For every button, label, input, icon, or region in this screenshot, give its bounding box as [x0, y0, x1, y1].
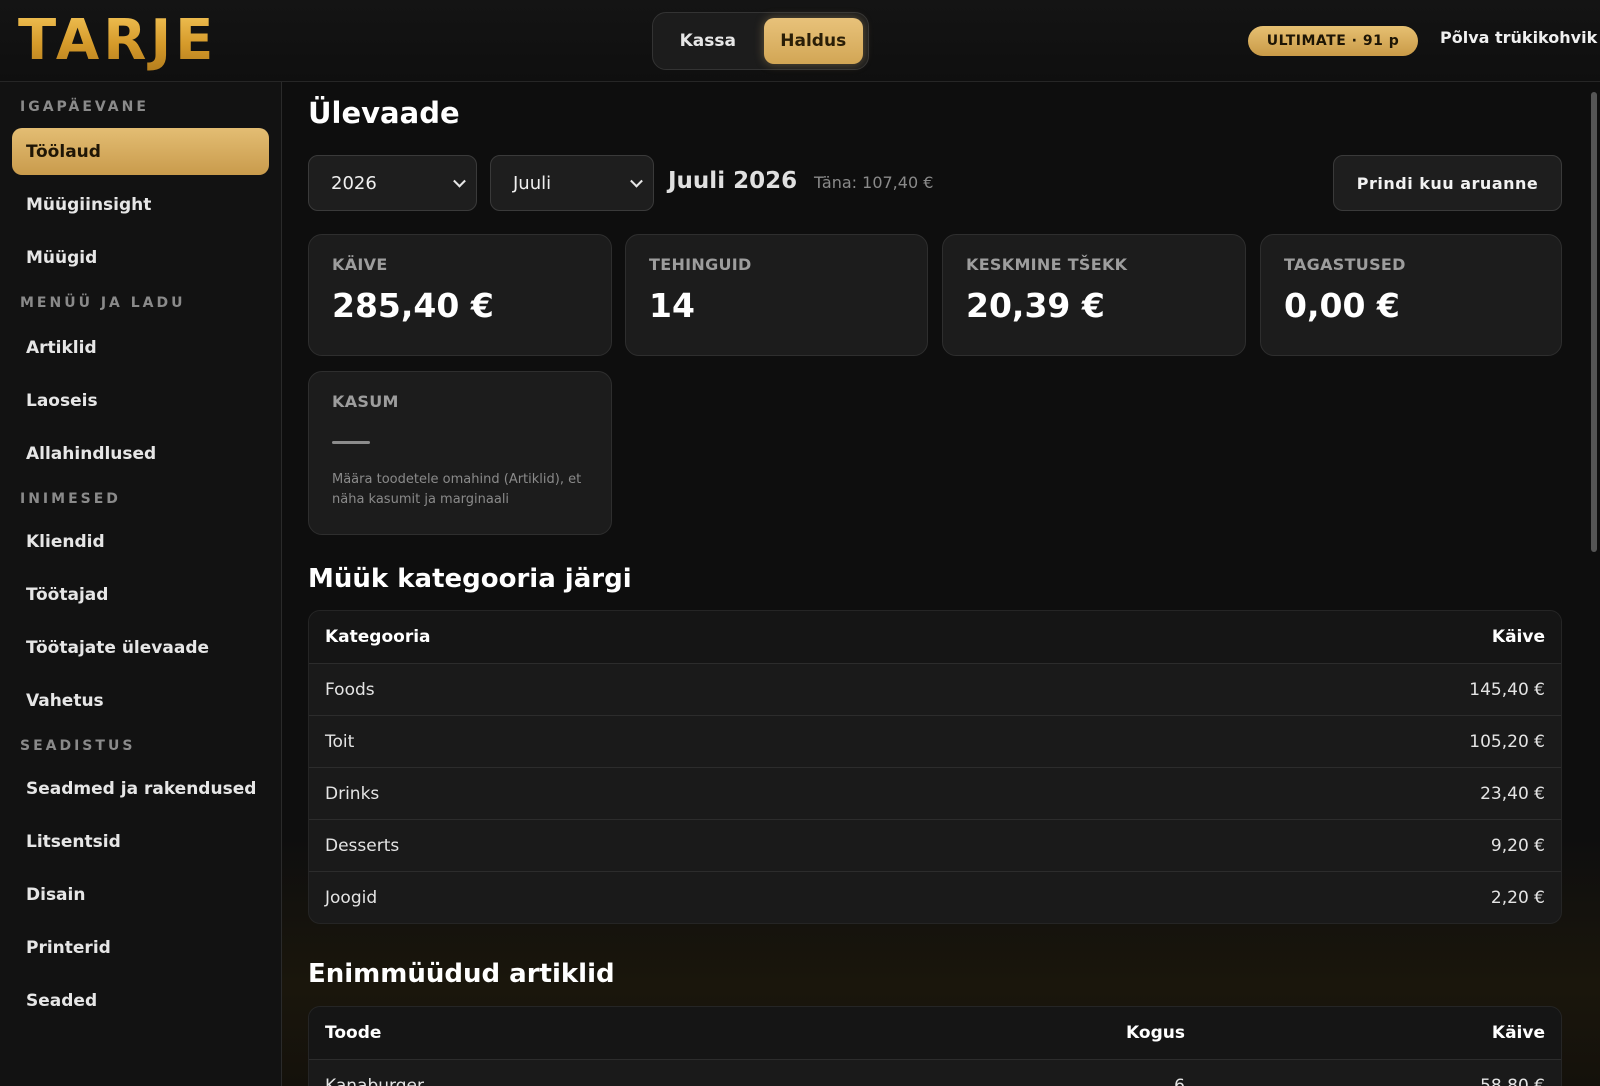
sidebar-item-seadmed[interactable]: Seadmed ja rakendused — [12, 765, 269, 812]
product-turnover: 58,80 € — [1480, 1075, 1545, 1086]
sidebar-item-muugiinsight[interactable]: Müügiinsight — [12, 181, 269, 228]
sidebar: IGAPÄEVANE Töölaud Müügiinsight Müügid M… — [0, 82, 282, 1086]
sidebar-section-settings: SEADISTUS — [20, 738, 136, 754]
category-name: Joogid — [325, 887, 378, 908]
top-items-table: Toode Kogus Käive Kanaburger 6 58,80 € — [308, 1006, 1562, 1086]
stat-card-value: 14 — [649, 286, 695, 325]
column-header-turnover: Käive — [1491, 627, 1545, 647]
shop-name[interactable]: Põlva trükikohvik — [1440, 28, 1597, 47]
stat-card-label: KÄIVE — [332, 255, 388, 274]
sidebar-item-seaded[interactable]: Seaded — [12, 977, 269, 1024]
category-section-title: Müük kategooria järgi — [308, 564, 632, 594]
stat-card-tehinguid: TEHINGUID 14 — [625, 234, 928, 356]
stat-card-label: TEHINGUID — [649, 255, 752, 274]
stat-card-label: TAGASTUSED — [1284, 255, 1406, 274]
sidebar-item-printerid[interactable]: Printerid — [12, 924, 269, 971]
table-row[interactable]: Drinks 23,40 € — [309, 767, 1561, 819]
profit-hint: Määra toodetele omahind (Artiklid), et n… — [332, 472, 582, 507]
column-header-quantity: Kogus — [1126, 1023, 1185, 1043]
sidebar-item-muugid[interactable]: Müügid — [12, 234, 269, 281]
table-row[interactable]: Joogid 2,20 € — [309, 871, 1561, 923]
category-turnover: 145,40 € — [1469, 679, 1545, 700]
sidebar-item-laoseis[interactable]: Laoseis — [12, 377, 269, 424]
category-name: Foods — [325, 679, 375, 700]
stat-card-value: 0,00 € — [1284, 286, 1400, 325]
today-label: Täna: 107,40 € — [814, 173, 934, 192]
category-name: Toit — [325, 731, 355, 752]
print-report-button[interactable]: Prindi kuu aruanne — [1333, 155, 1562, 211]
top-items-section-title: Enimmüüdud artiklid — [308, 959, 615, 989]
sidebar-section-daily: IGAPÄEVANE — [20, 99, 149, 115]
mode-haldus-button[interactable]: Haldus — [763, 18, 863, 64]
chevron-down-icon — [630, 174, 643, 188]
product-name: Kanaburger — [325, 1075, 424, 1086]
sidebar-item-vahetus[interactable]: Vahetus — [12, 677, 269, 724]
plan-badge[interactable]: ULTIMATE · 91 p — [1248, 26, 1418, 56]
year-select-value: 2026 — [331, 172, 377, 194]
column-header-category: Kategooria — [325, 627, 431, 647]
product-quantity: 6 — [1174, 1075, 1185, 1086]
table-row[interactable]: Kanaburger 6 58,80 € — [309, 1059, 1561, 1086]
table-header-row: Toode Kogus Käive — [309, 1007, 1561, 1059]
mode-switch: Kassa Haldus — [652, 12, 869, 70]
column-header-product: Toode — [325, 1023, 382, 1043]
sidebar-item-kliendid[interactable]: Kliendid — [12, 518, 269, 565]
table-row[interactable]: Toit 105,20 € — [309, 715, 1561, 767]
empty-value-dash — [332, 441, 370, 444]
sidebar-item-disain[interactable]: Disain — [12, 871, 269, 918]
category-turnover: 9,20 € — [1490, 835, 1545, 856]
mode-kassa-button[interactable]: Kassa — [658, 18, 758, 64]
stat-card-kasum: KASUM Määra toodetele omahind (Artiklid)… — [308, 371, 612, 535]
category-name: Drinks — [325, 783, 380, 804]
sidebar-item-toolaud[interactable]: Töölaud — [12, 128, 269, 175]
sidebar-item-tootajad[interactable]: Töötajad — [12, 571, 269, 618]
main-scrollbar[interactable] — [1591, 92, 1597, 552]
category-turnover: 2,20 € — [1490, 887, 1545, 908]
column-header-turnover: Käive — [1491, 1023, 1545, 1043]
stat-card-value: 285,40 € — [332, 286, 494, 325]
sidebar-item-litsentsid[interactable]: Litsentsid — [12, 818, 269, 865]
category-turnover: 105,20 € — [1469, 731, 1545, 752]
sidebar-item-tootajate-ulevaade[interactable]: Töötajate ülevaade — [12, 624, 269, 671]
sidebar-section-people: INIMESED — [20, 491, 121, 507]
period-label: Juuli 2026 — [668, 168, 798, 194]
stat-card-kaive: KÄIVE 285,40 € — [308, 234, 612, 356]
stat-card-keskmine-tsekk: KESKMINE TŠEKK 20,39 € — [942, 234, 1246, 356]
table-row[interactable]: Foods 145,40 € — [309, 663, 1561, 715]
stat-card-label: KESKMINE TŠEKK — [966, 255, 1128, 274]
month-select[interactable]: Juuli — [490, 155, 654, 211]
category-table: Kategooria Käive Foods 145,40 € Toit 105… — [308, 610, 1562, 924]
main-content: Ülevaade 2026 Juuli Juuli 2026 Täna: 107… — [282, 82, 1600, 1086]
table-row[interactable]: Desserts 9,20 € — [309, 819, 1561, 871]
year-select[interactable]: 2026 — [308, 155, 477, 211]
app-logo[interactable]: TARJE — [18, 8, 217, 74]
category-name: Desserts — [325, 835, 400, 856]
chevron-down-icon — [453, 174, 466, 188]
sidebar-item-artiklid[interactable]: Artiklid — [12, 324, 269, 371]
sidebar-item-allahindlused[interactable]: Allahindlused — [12, 430, 269, 477]
page-title: Ülevaade — [308, 96, 460, 130]
top-bar: TARJE Kassa Haldus ULTIMATE · 91 p Põlva… — [0, 0, 1600, 82]
stat-card-label: KASUM — [332, 392, 399, 411]
stat-card-tagastused: TAGASTUSED 0,00 € — [1260, 234, 1562, 356]
sidebar-section-menu: MENÜÜ JA LADU — [20, 295, 186, 311]
table-header-row: Kategooria Käive — [309, 611, 1561, 663]
month-select-value: Juuli — [513, 172, 552, 194]
stat-card-value: 20,39 € — [966, 286, 1105, 325]
category-turnover: 23,40 € — [1480, 783, 1545, 804]
